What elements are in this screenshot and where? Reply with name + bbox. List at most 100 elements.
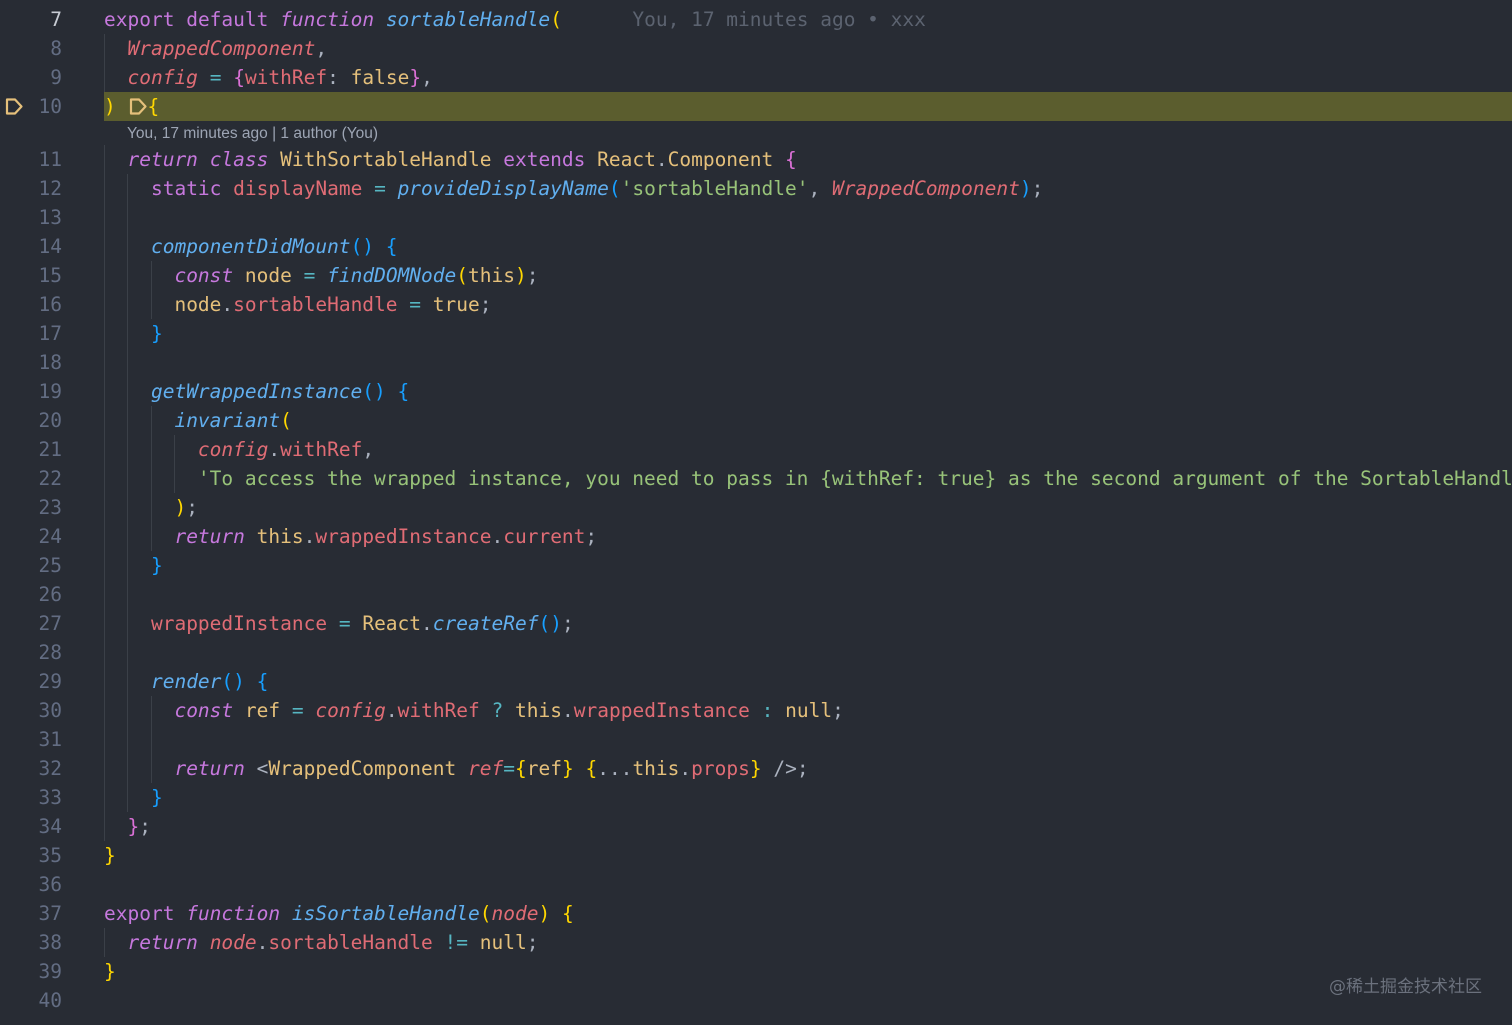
- line-code[interactable]: componentDidMount() {: [104, 232, 398, 261]
- code-editor[interactable]: 7 export default function sortableHandle(…: [0, 0, 1512, 1025]
- line-number[interactable]: 37: [0, 899, 62, 928]
- line-code[interactable]: static displayName = provideDisplayName(…: [104, 174, 1043, 203]
- code-line[interactable]: 34 };: [0, 812, 1512, 841]
- inline-breakpoint-glyph-icon[interactable]: [128, 97, 148, 116]
- line-code[interactable]: wrappedInstance = React.createRef();: [104, 609, 574, 638]
- line-number[interactable]: 12: [0, 174, 62, 203]
- line-number[interactable]: 31: [0, 725, 62, 754]
- line-number[interactable]: 32: [0, 754, 62, 783]
- code-line[interactable]: 16 node.sortableHandle = true;: [0, 290, 1512, 319]
- line-number[interactable]: 18: [0, 348, 62, 377]
- line-code[interactable]: render() {: [104, 667, 268, 696]
- code-line[interactable]: 11 return class WithSortableHandle exten…: [0, 145, 1512, 174]
- code-line[interactable]: 14 componentDidMount() {: [0, 232, 1512, 261]
- line-number[interactable]: 16: [0, 290, 62, 319]
- line-code[interactable]: };: [104, 812, 151, 841]
- code-line[interactable]: 32 return <WrappedComponent ref={ref} {.…: [0, 754, 1512, 783]
- code-line[interactable]: 10 ) {: [0, 92, 1512, 121]
- line-number[interactable]: 24: [0, 522, 62, 551]
- code-line[interactable]: 9 config = {withRef: false},: [0, 63, 1512, 92]
- line-code[interactable]: }: [104, 319, 163, 348]
- line-code[interactable]: 'To access the wrapped instance, you nee…: [104, 464, 1512, 493]
- line-code[interactable]: WrappedComponent,: [104, 34, 327, 63]
- code-line[interactable]: 30 const ref = config.withRef ? this.wra…: [0, 696, 1512, 725]
- codelens-blame[interactable]: You, 17 minutes ago | 1 author (You): [127, 122, 378, 146]
- code-line[interactable]: 25 }: [0, 551, 1512, 580]
- code-line[interactable]: 28: [0, 638, 1512, 667]
- code-line[interactable]: 40: [0, 986, 1512, 1015]
- line-number[interactable]: 39: [0, 957, 62, 986]
- line-code[interactable]: const node = findDOMNode(this);: [104, 261, 538, 290]
- code-line[interactable]: 27 wrappedInstance = React.createRef();: [0, 609, 1512, 638]
- line-code[interactable]: invariant(: [104, 406, 291, 435]
- inline-breakpoint-icon[interactable]: [128, 95, 148, 116]
- line-code[interactable]: }: [104, 841, 116, 870]
- line-code[interactable]: export default function sortableHandle( …: [104, 5, 926, 34]
- line-code[interactable]: }: [104, 551, 163, 580]
- code-line[interactable]: 7 export default function sortableHandle(…: [0, 5, 1512, 34]
- line-code[interactable]: }: [104, 957, 116, 986]
- code-line[interactable]: 13: [0, 203, 1512, 232]
- line-number[interactable]: 8: [0, 34, 62, 63]
- code-line[interactable]: 18: [0, 348, 1512, 377]
- code-line[interactable]: 20 invariant(: [0, 406, 1512, 435]
- line-number[interactable]: 9: [0, 63, 62, 92]
- code-line[interactable]: 19 getWrappedInstance() {: [0, 377, 1512, 406]
- code-line[interactable]: 31: [0, 725, 1512, 754]
- line-number[interactable]: 27: [0, 609, 62, 638]
- line-code[interactable]: const ref = config.withRef ? this.wrappe…: [104, 696, 843, 725]
- code-line[interactable]: 21 config.withRef,: [0, 435, 1512, 464]
- line-code[interactable]: getWrappedInstance() {: [104, 377, 409, 406]
- line-number[interactable]: 20: [0, 406, 62, 435]
- line-code[interactable]: return node.sortableHandle != null;: [104, 928, 538, 957]
- code-line[interactable]: 15 const node = findDOMNode(this);: [0, 261, 1512, 290]
- line-number[interactable]: 40: [0, 986, 62, 1015]
- line-number[interactable]: 11: [0, 145, 62, 174]
- line-code[interactable]: config.withRef,: [104, 435, 374, 464]
- line-number[interactable]: 28: [0, 638, 62, 667]
- line-number[interactable]: 22: [0, 464, 62, 493]
- code-line[interactable]: 22 'To access the wrapped instance, you …: [0, 464, 1512, 493]
- line-code[interactable]: ) {: [104, 92, 159, 121]
- code-line[interactable]: 24 return this.wrappedInstance.current;: [0, 522, 1512, 551]
- line-number[interactable]: 23: [0, 493, 62, 522]
- line-number[interactable]: 19: [0, 377, 62, 406]
- code-line[interactable]: 33 }: [0, 783, 1512, 812]
- line-code[interactable]: );: [104, 493, 198, 522]
- line-number[interactable]: 29: [0, 667, 62, 696]
- code-line[interactable]: 39}: [0, 957, 1512, 986]
- code-line[interactable]: 23 );: [0, 493, 1512, 522]
- line-number[interactable]: 21: [0, 435, 62, 464]
- code-line[interactable]: 17 }: [0, 319, 1512, 348]
- git-blame-annotation[interactable]: You, 17 minutes ago • xxx: [562, 8, 926, 31]
- code-line[interactable]: 35}: [0, 841, 1512, 870]
- line-number[interactable]: 17: [0, 319, 62, 348]
- line-code[interactable]: }: [104, 783, 163, 812]
- line-code[interactable]: config = {withRef: false},: [104, 63, 432, 92]
- line-number[interactable]: 7: [0, 5, 62, 34]
- line-number[interactable]: 30: [0, 696, 62, 725]
- line-number[interactable]: 10: [0, 92, 62, 121]
- line-number[interactable]: 34: [0, 812, 62, 841]
- code-line[interactable]: 29 render() {: [0, 667, 1512, 696]
- code-line[interactable]: 8 WrappedComponent,: [0, 34, 1512, 63]
- line-number[interactable]: 33: [0, 783, 62, 812]
- line-number[interactable]: 15: [0, 261, 62, 290]
- line-code[interactable]: return class WithSortableHandle extends …: [104, 145, 796, 174]
- line-number[interactable]: 14: [0, 232, 62, 261]
- code-line[interactable]: 38 return node.sortableHandle != null;: [0, 928, 1512, 957]
- line-number[interactable]: 35: [0, 841, 62, 870]
- line-number[interactable]: 38: [0, 928, 62, 957]
- code-line[interactable]: 37 export function isSortableHandle(node)…: [0, 899, 1512, 928]
- line-code[interactable]: return this.wrappedInstance.current;: [104, 522, 597, 551]
- line-code[interactable]: return <WrappedComponent ref={ref} {...t…: [104, 754, 808, 783]
- code-line[interactable]: 36: [0, 870, 1512, 899]
- line-number[interactable]: 25: [0, 551, 62, 580]
- code-line[interactable]: 12 static displayName = provideDisplayNa…: [0, 174, 1512, 203]
- code-line[interactable]: 26: [0, 580, 1512, 609]
- line-number[interactable]: 13: [0, 203, 62, 232]
- line-code[interactable]: node.sortableHandle = true;: [104, 290, 491, 319]
- line-number[interactable]: 26: [0, 580, 62, 609]
- line-code[interactable]: export function isSortableHandle(node) {: [104, 899, 574, 928]
- line-number[interactable]: 36: [0, 870, 62, 899]
